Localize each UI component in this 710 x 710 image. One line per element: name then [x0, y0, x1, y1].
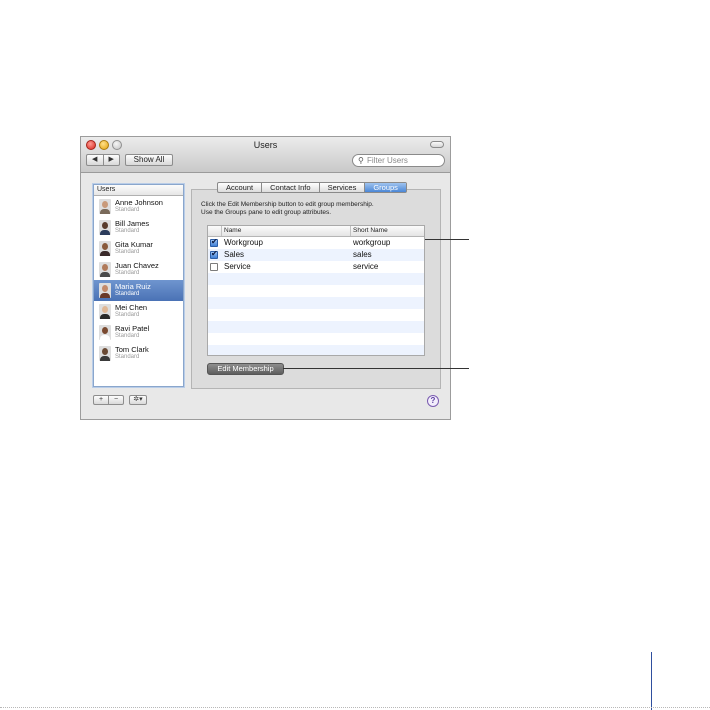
user-role: Standard — [115, 249, 140, 255]
search-icon: ⚲ — [358, 156, 364, 165]
page-dotted-edge — [0, 707, 710, 708]
column-header-name[interactable]: Name — [224, 226, 241, 236]
user-list-item[interactable]: Mei Chen Standard — [94, 301, 183, 322]
add-remove-control: + − — [93, 395, 124, 405]
column-header-short-name[interactable]: Short Name — [353, 226, 388, 236]
user-list-item[interactable]: Bill James Standard — [94, 217, 183, 238]
callout-line — [425, 239, 469, 240]
user-name: Gita Kumar — [115, 240, 153, 249]
user-name: Anne Johnson — [115, 198, 163, 207]
back-forward-control: ◀ ▶ — [86, 154, 120, 166]
user-list-item[interactable]: Tom Clark Standard — [94, 343, 183, 364]
table-row[interactable] — [208, 297, 424, 309]
tab-groups[interactable]: Groups — [364, 183, 406, 192]
user-role: Standard — [115, 333, 140, 339]
groups-table-header: Name Short Name — [208, 226, 424, 237]
table-row[interactable]: Sales sales — [208, 249, 424, 261]
group-member-checkbox[interactable] — [210, 237, 218, 247]
groups-table: Name Short Name Workgroup workgroup Sales s… — [207, 225, 425, 356]
table-row[interactable] — [208, 333, 424, 345]
column-divider — [350, 226, 351, 236]
group-name: Workgroup — [224, 238, 263, 247]
table-row[interactable]: Service service — [208, 261, 424, 273]
tab-contact-info[interactable]: Contact Info — [261, 183, 318, 192]
users-list: Users Anne Johnson Standard Bill James Stan… — [93, 184, 184, 387]
user-avatar — [99, 283, 111, 298]
filter-users-input[interactable] — [367, 155, 439, 166]
gear-icon: ✲▾ — [133, 396, 143, 403]
group-member-checkbox[interactable] — [210, 263, 218, 271]
search-field: ⚲ — [352, 154, 445, 167]
user-list-item[interactable]: Ravi Patel Standard — [94, 322, 183, 343]
user-list-item[interactable]: Juan Chavez Standard — [94, 259, 183, 280]
user-role: Standard — [115, 312, 140, 318]
back-arrow-icon[interactable]: ◀ — [87, 155, 103, 165]
table-row[interactable] — [208, 309, 424, 321]
user-name: Juan Chavez — [115, 261, 159, 270]
group-short-name: workgroup — [353, 238, 391, 247]
instruction-line: Click the Edit Membership button to edit… — [201, 201, 374, 208]
user-avatar — [99, 220, 111, 235]
user-avatar — [99, 346, 111, 361]
user-name: Tom Clark — [115, 345, 149, 354]
remove-user-button[interactable]: − — [109, 396, 123, 404]
group-short-name: sales — [353, 250, 372, 259]
tab-account[interactable]: Account — [218, 183, 261, 192]
column-divider — [221, 226, 222, 236]
user-list-item[interactable]: Maria Ruiz Standard — [94, 280, 183, 301]
group-name: Service — [224, 262, 251, 271]
users-list-header: Users — [94, 185, 183, 196]
user-avatar — [99, 262, 111, 277]
table-row[interactable] — [208, 345, 424, 355]
groups-instructions: Click the Edit Membership button to edit… — [201, 201, 374, 217]
table-row[interactable]: Workgroup workgroup — [208, 237, 424, 249]
table-row[interactable] — [208, 273, 424, 285]
user-avatar — [99, 304, 111, 319]
group-name: Sales — [224, 250, 245, 259]
user-role: Standard — [115, 228, 140, 234]
user-avatar — [99, 241, 111, 256]
title-bar: Users ◀ ▶ Show All ⚲ — [81, 137, 450, 173]
group-member-checkbox[interactable] — [210, 249, 218, 259]
user-list-item[interactable]: Anne Johnson Standard — [94, 196, 183, 217]
instruction-line: Use the Groups pane to edit group attrib… — [201, 209, 332, 216]
forward-arrow-icon[interactable]: ▶ — [102, 155, 120, 165]
user-role: Standard — [115, 354, 140, 360]
user-name: Maria Ruiz — [115, 282, 151, 291]
page-margin-rule — [651, 652, 652, 710]
user-role: Standard — [115, 291, 140, 297]
user-role: Standard — [115, 270, 140, 276]
tab-services[interactable]: Services — [318, 183, 365, 192]
group-short-name: service — [353, 262, 379, 271]
toolbar-toggle-button[interactable] — [430, 141, 444, 148]
user-avatar — [99, 325, 111, 340]
tab-bar: Account Contact Info Services Groups — [217, 182, 407, 193]
user-name: Mei Chen — [115, 303, 148, 312]
table-row[interactable] — [208, 285, 424, 297]
callout-line — [283, 368, 469, 369]
users-preferences-window: Users ◀ ▶ Show All ⚲ Users Anne JohnsonS… — [80, 136, 451, 420]
user-list-item[interactable]: Gita Kumar Standard — [94, 238, 183, 259]
edit-membership-button[interactable]: Edit Membership — [207, 363, 284, 375]
user-name: Ravi Patel — [115, 324, 150, 333]
action-menu-button[interactable]: ✲▾ — [129, 395, 147, 405]
show-all-button[interactable]: Show All — [125, 154, 173, 166]
add-user-button[interactable]: + — [94, 396, 109, 404]
table-row[interactable] — [208, 321, 424, 333]
user-avatar — [99, 199, 111, 214]
user-name: Bill James — [115, 219, 150, 228]
help-button[interactable]: ? — [427, 395, 439, 407]
window-title: Users — [253, 140, 278, 150]
user-role: Standard — [115, 207, 140, 213]
